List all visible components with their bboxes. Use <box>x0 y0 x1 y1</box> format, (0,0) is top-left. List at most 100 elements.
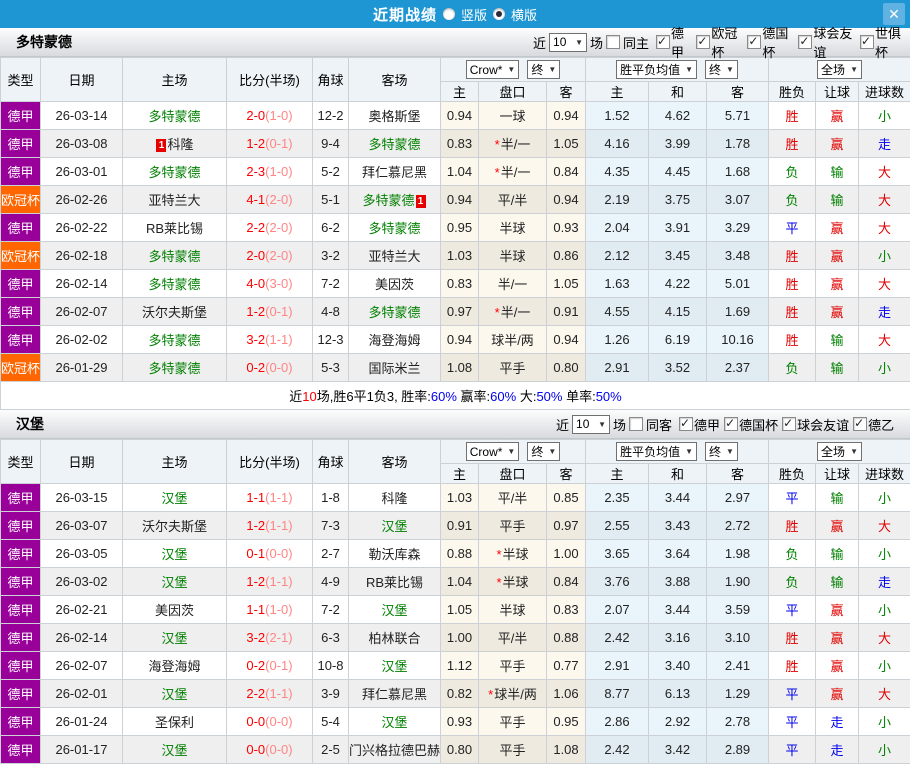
league-checkbox[interactable] <box>724 417 738 431</box>
corner-count: 6-3 <box>313 624 349 652</box>
avg-type-select[interactable]: 胜平负均值▼ <box>616 60 697 79</box>
goals-result: 大 <box>859 270 910 298</box>
summary-segment: 10 <box>302 389 316 404</box>
matches-label: 场 <box>613 415 626 434</box>
league-checkbox[interactable] <box>656 35 670 49</box>
away-team: 多特蒙德 <box>349 298 441 326</box>
away-team: 海登海姆 <box>349 326 441 354</box>
odds-provider-select[interactable]: Crow*▼ <box>466 60 520 79</box>
league-checkbox[interactable] <box>696 35 710 49</box>
wdl-result: 胜 <box>769 130 816 158</box>
league-checkbox[interactable] <box>679 417 693 431</box>
corner-count: 4-8 <box>313 298 349 326</box>
handicap-result: 赢 <box>816 130 859 158</box>
away-team: 多特蒙德 <box>349 130 441 158</box>
league-checkbox-label: 欧冠杯 <box>711 23 743 61</box>
avg-away-odds: 5.71 <box>707 102 769 130</box>
avg-home-odds: 4.16 <box>586 130 649 158</box>
league-badge: 德甲 <box>1 540 41 568</box>
chevron-down-icon: ▼ <box>548 65 556 74</box>
goals-result: 小 <box>859 736 910 764</box>
league-badge: 德甲 <box>1 568 41 596</box>
match-date: 26-02-02 <box>41 326 123 354</box>
avg-time-select[interactable]: 终▼ <box>705 442 738 461</box>
odds-provider-select[interactable]: Crow*▼ <box>466 442 520 461</box>
league-checkbox[interactable] <box>860 35 874 49</box>
recent-count-select[interactable]: 10▼ <box>549 33 587 52</box>
home-team: 多特蒙德 <box>123 158 227 186</box>
league-checkbox[interactable] <box>782 417 796 431</box>
corner-count: 7-2 <box>313 596 349 624</box>
radio-horizontal-layout[interactable] <box>493 8 505 20</box>
radio-vertical-label[interactable]: 竖版 <box>461 5 487 24</box>
corner-count: 12-3 <box>313 326 349 354</box>
match-score: 2-0(2-0) <box>227 242 313 270</box>
handicap-home-odds: 0.93 <box>441 708 479 736</box>
handicap-away-odds: 1.08 <box>547 736 586 764</box>
col-date: 日期 <box>41 58 123 102</box>
avg-home-odds: 1.26 <box>586 326 649 354</box>
same-venue-checkbox[interactable] <box>606 35 620 49</box>
match-score: 1-2(0-1) <box>227 130 313 158</box>
chevron-down-icon: ▼ <box>850 65 858 74</box>
home-team: 汉堡 <box>123 736 227 764</box>
close-icon[interactable]: ✕ <box>883 3 905 25</box>
radio-horizontal-label[interactable]: 横版 <box>511 5 537 24</box>
league-checkbox[interactable] <box>853 417 867 431</box>
league-checkbox[interactable] <box>747 35 761 49</box>
handicap-home-odds: 0.94 <box>441 326 479 354</box>
match-row: 德甲26-03-081科隆1-2(0-1)9-4多特蒙德0.83*半/一1.05… <box>1 130 910 158</box>
handicap-away-odds: 0.83 <box>547 596 586 624</box>
chevron-down-icon: ▼ <box>726 65 734 74</box>
avg-group-header: 胜平负均值▼ 终▼ <box>586 58 769 82</box>
league-checkbox[interactable] <box>798 35 812 49</box>
wdl-result: 胜 <box>769 270 816 298</box>
handicap-home-odds: 1.05 <box>441 596 479 624</box>
goals-result: 小 <box>859 102 910 130</box>
handicap-home-odds: 1.04 <box>441 158 479 186</box>
corner-count: 5-4 <box>313 708 349 736</box>
odds-time-select[interactable]: 终▼ <box>527 442 560 461</box>
odds-time-select[interactable]: 终▼ <box>527 60 560 79</box>
scope-select[interactable]: 全场▼ <box>817 442 862 461</box>
handicap-result: 输 <box>816 568 859 596</box>
goals-result: 小 <box>859 484 910 512</box>
col-odds-home: 主 <box>441 464 479 484</box>
wdl-result: 平 <box>769 596 816 624</box>
goals-result: 小 <box>859 596 910 624</box>
goals-result: 大 <box>859 326 910 354</box>
summary-segment: 50% <box>536 389 562 404</box>
handicap-result: 赢 <box>816 298 859 326</box>
same-venue-checkbox[interactable] <box>629 417 643 431</box>
recent-count-select[interactable]: 10▼ <box>572 415 610 434</box>
summary-segment: 大: <box>516 389 536 404</box>
handicap-home-odds: 0.94 <box>441 186 479 214</box>
chevron-down-icon: ▼ <box>575 38 583 47</box>
avg-away-odds: 3.07 <box>707 186 769 214</box>
radio-vertical-layout[interactable] <box>443 8 455 20</box>
home-team: 汉堡 <box>123 624 227 652</box>
match-row: 欧冠杯26-02-26亚特兰大4-1(2-0)5-1多特蒙德10.94平/半0.… <box>1 186 910 214</box>
avg-draw-odds: 6.13 <box>649 680 707 708</box>
avg-away-odds: 1.90 <box>707 568 769 596</box>
handicap-home-odds: 1.04 <box>441 568 479 596</box>
avg-home-odds: 2.04 <box>586 214 649 242</box>
matches-table: 类型 日期 主场 比分(半场) 角球 客场 Crow*▼ 终▼ 胜平负均值▼ 终… <box>0 439 910 764</box>
changed-line-star: * <box>496 547 501 562</box>
home-team: 汉堡 <box>123 484 227 512</box>
match-score: 4-0(3-0) <box>227 270 313 298</box>
handicap-line: *半/一 <box>479 158 547 186</box>
corner-count: 5-1 <box>313 186 349 214</box>
corner-count: 3-2 <box>313 242 349 270</box>
league-badge: 欧冠杯 <box>1 354 41 382</box>
match-score: 1-1(1-0) <box>227 596 313 624</box>
goals-result: 小 <box>859 242 910 270</box>
handicap-away-odds: 0.94 <box>547 102 586 130</box>
avg-time-select[interactable]: 终▼ <box>705 60 738 79</box>
avg-type-select[interactable]: 胜平负均值▼ <box>616 442 697 461</box>
avg-home-odds: 1.63 <box>586 270 649 298</box>
wdl-result: 负 <box>769 568 816 596</box>
col-avg-draw: 和 <box>649 464 707 484</box>
avg-away-odds: 1.69 <box>707 298 769 326</box>
scope-select[interactable]: 全场▼ <box>817 60 862 79</box>
